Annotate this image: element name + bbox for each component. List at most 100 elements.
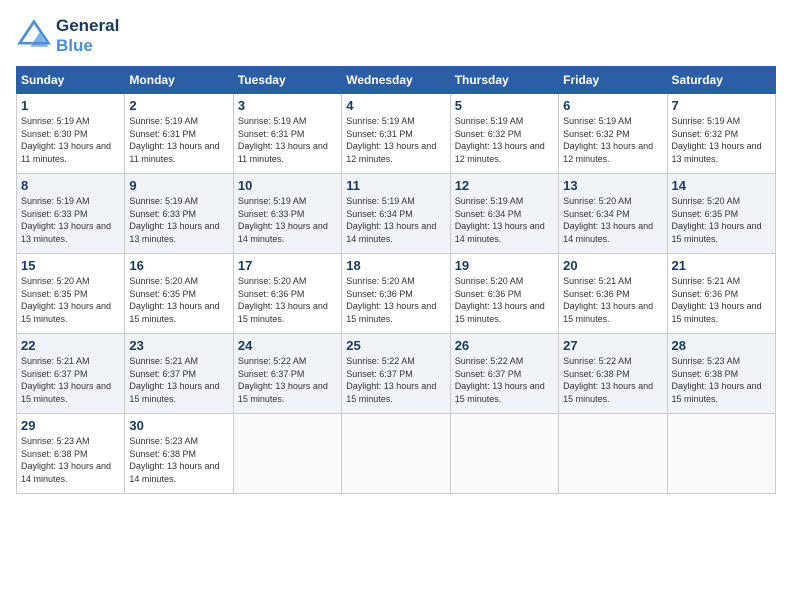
day-number: 9: [129, 178, 228, 193]
day-number: 14: [672, 178, 771, 193]
calendar-cell: 21 Sunrise: 5:21 AM Sunset: 6:36 PM Dayl…: [667, 254, 775, 334]
day-info: Sunrise: 5:21 AM Sunset: 6:37 PM Dayligh…: [21, 355, 120, 405]
calendar-cell: 12 Sunrise: 5:19 AM Sunset: 6:34 PM Dayl…: [450, 174, 558, 254]
day-number: 15: [21, 258, 120, 273]
day-number: 24: [238, 338, 337, 353]
day-number: 27: [563, 338, 662, 353]
day-info: Sunrise: 5:19 AM Sunset: 6:33 PM Dayligh…: [238, 195, 337, 245]
day-info: Sunrise: 5:19 AM Sunset: 6:31 PM Dayligh…: [129, 115, 228, 165]
calendar-cell: [233, 414, 341, 494]
calendar-week-3: 15 Sunrise: 5:20 AM Sunset: 6:35 PM Dayl…: [17, 254, 776, 334]
weekday-header-saturday: Saturday: [667, 67, 775, 94]
day-info: Sunrise: 5:20 AM Sunset: 6:34 PM Dayligh…: [563, 195, 662, 245]
day-number: 7: [672, 98, 771, 113]
day-number: 21: [672, 258, 771, 273]
day-info: Sunrise: 5:22 AM Sunset: 6:37 PM Dayligh…: [455, 355, 554, 405]
page-header: General Blue: [16, 16, 776, 56]
day-number: 18: [346, 258, 445, 273]
day-info: Sunrise: 5:21 AM Sunset: 6:36 PM Dayligh…: [672, 275, 771, 325]
day-info: Sunrise: 5:22 AM Sunset: 6:37 PM Dayligh…: [346, 355, 445, 405]
calendar-cell: 10 Sunrise: 5:19 AM Sunset: 6:33 PM Dayl…: [233, 174, 341, 254]
calendar-cell: 13 Sunrise: 5:20 AM Sunset: 6:34 PM Dayl…: [559, 174, 667, 254]
day-number: 3: [238, 98, 337, 113]
day-number: 22: [21, 338, 120, 353]
calendar-cell: [559, 414, 667, 494]
weekday-header-sunday: Sunday: [17, 67, 125, 94]
day-number: 26: [455, 338, 554, 353]
calendar-cell: 26 Sunrise: 5:22 AM Sunset: 6:37 PM Dayl…: [450, 334, 558, 414]
calendar-table: SundayMondayTuesdayWednesdayThursdayFrid…: [16, 66, 776, 494]
day-info: Sunrise: 5:22 AM Sunset: 6:38 PM Dayligh…: [563, 355, 662, 405]
day-info: Sunrise: 5:19 AM Sunset: 6:31 PM Dayligh…: [346, 115, 445, 165]
calendar-cell: 7 Sunrise: 5:19 AM Sunset: 6:32 PM Dayli…: [667, 94, 775, 174]
weekday-header-friday: Friday: [559, 67, 667, 94]
calendar-cell: 30 Sunrise: 5:23 AM Sunset: 6:38 PM Dayl…: [125, 414, 233, 494]
day-info: Sunrise: 5:19 AM Sunset: 6:34 PM Dayligh…: [455, 195, 554, 245]
day-info: Sunrise: 5:19 AM Sunset: 6:32 PM Dayligh…: [672, 115, 771, 165]
calendar-cell: 3 Sunrise: 5:19 AM Sunset: 6:31 PM Dayli…: [233, 94, 341, 174]
day-info: Sunrise: 5:23 AM Sunset: 6:38 PM Dayligh…: [672, 355, 771, 405]
calendar-cell: 27 Sunrise: 5:22 AM Sunset: 6:38 PM Dayl…: [559, 334, 667, 414]
day-number: 25: [346, 338, 445, 353]
day-info: Sunrise: 5:19 AM Sunset: 6:34 PM Dayligh…: [346, 195, 445, 245]
calendar-cell: [450, 414, 558, 494]
calendar-week-5: 29 Sunrise: 5:23 AM Sunset: 6:38 PM Dayl…: [17, 414, 776, 494]
calendar-cell: 14 Sunrise: 5:20 AM Sunset: 6:35 PM Dayl…: [667, 174, 775, 254]
day-number: 5: [455, 98, 554, 113]
logo-icon: [16, 18, 52, 54]
calendar-cell: 6 Sunrise: 5:19 AM Sunset: 6:32 PM Dayli…: [559, 94, 667, 174]
calendar-cell: 18 Sunrise: 5:20 AM Sunset: 6:36 PM Dayl…: [342, 254, 450, 334]
day-info: Sunrise: 5:19 AM Sunset: 6:32 PM Dayligh…: [455, 115, 554, 165]
calendar-cell: 2 Sunrise: 5:19 AM Sunset: 6:31 PM Dayli…: [125, 94, 233, 174]
calendar-cell: 23 Sunrise: 5:21 AM Sunset: 6:37 PM Dayl…: [125, 334, 233, 414]
day-number: 1: [21, 98, 120, 113]
day-number: 13: [563, 178, 662, 193]
calendar-cell: 16 Sunrise: 5:20 AM Sunset: 6:35 PM Dayl…: [125, 254, 233, 334]
calendar-cell: 28 Sunrise: 5:23 AM Sunset: 6:38 PM Dayl…: [667, 334, 775, 414]
calendar-cell: 17 Sunrise: 5:20 AM Sunset: 6:36 PM Dayl…: [233, 254, 341, 334]
calendar-cell: 8 Sunrise: 5:19 AM Sunset: 6:33 PM Dayli…: [17, 174, 125, 254]
day-number: 23: [129, 338, 228, 353]
day-info: Sunrise: 5:19 AM Sunset: 6:31 PM Dayligh…: [238, 115, 337, 165]
calendar-cell: 15 Sunrise: 5:20 AM Sunset: 6:35 PM Dayl…: [17, 254, 125, 334]
day-info: Sunrise: 5:20 AM Sunset: 6:36 PM Dayligh…: [238, 275, 337, 325]
day-number: 6: [563, 98, 662, 113]
calendar-cell: [342, 414, 450, 494]
calendar-cell: 24 Sunrise: 5:22 AM Sunset: 6:37 PM Dayl…: [233, 334, 341, 414]
day-number: 4: [346, 98, 445, 113]
weekday-header-tuesday: Tuesday: [233, 67, 341, 94]
calendar-body: 1 Sunrise: 5:19 AM Sunset: 6:30 PM Dayli…: [17, 94, 776, 494]
calendar-cell: 1 Sunrise: 5:19 AM Sunset: 6:30 PM Dayli…: [17, 94, 125, 174]
calendar-cell: 22 Sunrise: 5:21 AM Sunset: 6:37 PM Dayl…: [17, 334, 125, 414]
day-number: 30: [129, 418, 228, 433]
calendar-cell: 19 Sunrise: 5:20 AM Sunset: 6:36 PM Dayl…: [450, 254, 558, 334]
calendar-cell: 29 Sunrise: 5:23 AM Sunset: 6:38 PM Dayl…: [17, 414, 125, 494]
day-info: Sunrise: 5:19 AM Sunset: 6:30 PM Dayligh…: [21, 115, 120, 165]
weekday-header-monday: Monday: [125, 67, 233, 94]
day-number: 16: [129, 258, 228, 273]
logo: General Blue: [16, 16, 119, 56]
calendar-cell: 4 Sunrise: 5:19 AM Sunset: 6:31 PM Dayli…: [342, 94, 450, 174]
calendar-cell: [667, 414, 775, 494]
day-number: 28: [672, 338, 771, 353]
calendar-week-1: 1 Sunrise: 5:19 AM Sunset: 6:30 PM Dayli…: [17, 94, 776, 174]
weekday-header-wednesday: Wednesday: [342, 67, 450, 94]
calendar-cell: 9 Sunrise: 5:19 AM Sunset: 6:33 PM Dayli…: [125, 174, 233, 254]
day-info: Sunrise: 5:22 AM Sunset: 6:37 PM Dayligh…: [238, 355, 337, 405]
day-info: Sunrise: 5:20 AM Sunset: 6:35 PM Dayligh…: [129, 275, 228, 325]
day-number: 17: [238, 258, 337, 273]
day-info: Sunrise: 5:19 AM Sunset: 6:33 PM Dayligh…: [129, 195, 228, 245]
day-number: 12: [455, 178, 554, 193]
calendar-cell: 5 Sunrise: 5:19 AM Sunset: 6:32 PM Dayli…: [450, 94, 558, 174]
day-info: Sunrise: 5:20 AM Sunset: 6:36 PM Dayligh…: [455, 275, 554, 325]
day-info: Sunrise: 5:21 AM Sunset: 6:36 PM Dayligh…: [563, 275, 662, 325]
calendar-cell: 20 Sunrise: 5:21 AM Sunset: 6:36 PM Dayl…: [559, 254, 667, 334]
day-info: Sunrise: 5:20 AM Sunset: 6:36 PM Dayligh…: [346, 275, 445, 325]
day-info: Sunrise: 5:19 AM Sunset: 6:33 PM Dayligh…: [21, 195, 120, 245]
day-number: 20: [563, 258, 662, 273]
weekday-header-thursday: Thursday: [450, 67, 558, 94]
day-info: Sunrise: 5:23 AM Sunset: 6:38 PM Dayligh…: [21, 435, 120, 485]
day-info: Sunrise: 5:23 AM Sunset: 6:38 PM Dayligh…: [129, 435, 228, 485]
day-number: 8: [21, 178, 120, 193]
day-number: 19: [455, 258, 554, 273]
